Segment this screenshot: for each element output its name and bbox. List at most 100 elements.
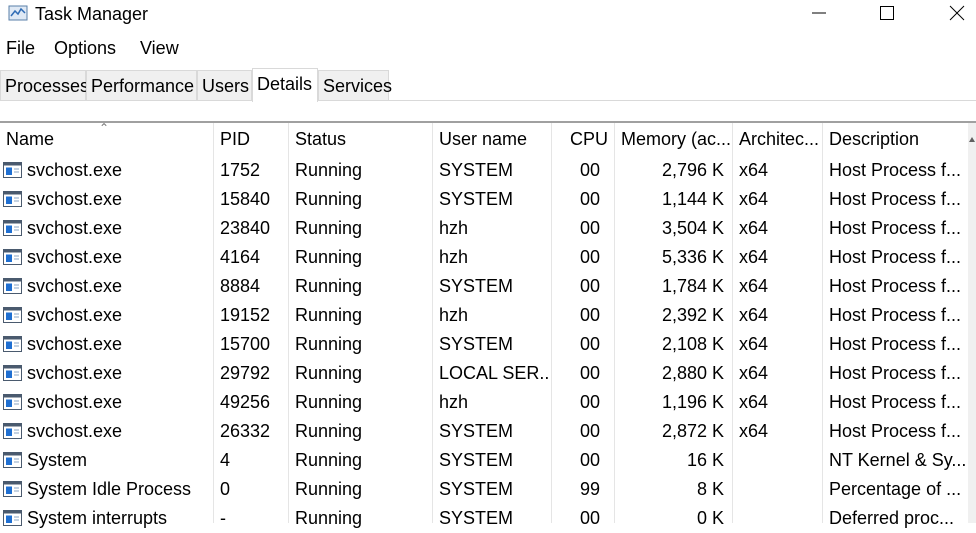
cell-cpu: 00 xyxy=(579,508,600,528)
column-header-memory[interactable]: Memory (ac... xyxy=(615,123,733,156)
column-header-pid[interactable]: PID xyxy=(214,123,288,156)
table-row[interactable]: System interrupts - Running SYSTEM 00 0 K Defe… xyxy=(0,504,976,533)
close-button[interactable] xyxy=(934,0,976,30)
cell-cpu: 00 xyxy=(579,189,600,209)
cell-memory: 2,796 K xyxy=(661,160,724,180)
column-header-name[interactable]: Name xyxy=(0,123,213,156)
menu-view[interactable]: View xyxy=(140,38,179,59)
cell-name: System interrupts xyxy=(27,508,168,528)
cell-pid: 19152 xyxy=(220,305,271,325)
cell-user-name: LOCAL SER... xyxy=(439,363,551,383)
table-row[interactable]: svchost.exe 23840 Running hzh 00 3,504 K x64 Ho… xyxy=(0,214,976,243)
cell-user-name: hzh xyxy=(439,305,469,325)
cell-status: Running xyxy=(295,479,363,499)
cell-pid: 15840 xyxy=(220,189,271,209)
cell-pid: 29792 xyxy=(220,363,271,383)
cell-user-name: hzh xyxy=(439,218,469,238)
cell-description: Deferred proc... xyxy=(829,508,955,528)
cell-cpu: 00 xyxy=(579,363,600,383)
cell-pid: 23840 xyxy=(220,218,271,238)
cell-status: Running xyxy=(295,218,363,238)
cell-user-name: SYSTEM xyxy=(439,276,514,296)
table-row[interactable]: svchost.exe 15840 Running SYSTEM 00 1,144 K x6… xyxy=(0,185,976,214)
cell-architecture xyxy=(733,504,821,533)
minimize-button[interactable] xyxy=(796,0,842,30)
tab-users[interactable]: Users xyxy=(197,70,252,100)
cell-name: svchost.exe xyxy=(27,421,123,441)
cell-memory: 1,196 K xyxy=(661,392,724,412)
tab-performance[interactable]: Performance xyxy=(86,70,197,100)
cell-pid: 15700 xyxy=(220,334,271,354)
cell-architecture: x64 xyxy=(739,305,769,325)
cell-memory: 2,108 K xyxy=(661,334,724,354)
menu-options[interactable]: Options xyxy=(54,38,116,59)
column-header-cpu[interactable]: CPU xyxy=(552,123,614,156)
cell-architecture: x64 xyxy=(739,276,769,296)
column-header-status[interactable]: Status xyxy=(289,123,432,156)
cell-architecture: x64 xyxy=(739,334,769,354)
tab-processes[interactable]: Processes xyxy=(0,70,89,100)
cell-status: Running xyxy=(295,392,363,412)
cell-cpu: 00 xyxy=(579,218,600,238)
cell-description: Host Process f... xyxy=(829,247,962,267)
cell-status: Running xyxy=(295,189,363,209)
cell-pid: 26332 xyxy=(220,421,271,441)
table-row[interactable]: svchost.exe 29792 Running LOCAL SER... 00 2,8… xyxy=(0,359,976,388)
cell-name: svchost.exe xyxy=(27,189,123,209)
column-header-user-name[interactable]: User name xyxy=(433,123,551,156)
menu-bar: File Options View xyxy=(0,38,976,64)
cell-name: svchost.exe xyxy=(27,363,123,383)
cell-architecture: x64 xyxy=(739,189,769,209)
cell-pid: 1752 xyxy=(220,160,261,180)
cell-description: Host Process f... xyxy=(829,334,962,354)
table-row[interactable]: System 4 Running SYSTEM 00 16 K NT Kernel & Sy… xyxy=(0,446,976,475)
cell-description: Host Process f... xyxy=(829,218,962,238)
cell-status: Running xyxy=(295,508,363,528)
table-row[interactable]: svchost.exe 8884 Running SYSTEM 00 1,784 K x64… xyxy=(0,272,976,301)
vertical-scrollbar[interactable] xyxy=(968,123,976,523)
cell-description: NT Kernel & Sy... xyxy=(829,450,967,470)
table-row[interactable]: svchost.exe 4164 Running hzh 00 5,336 K x64 Hos… xyxy=(0,243,976,272)
cell-architecture xyxy=(733,475,821,504)
cell-architecture: x64 xyxy=(739,247,769,267)
table-row[interactable]: svchost.exe 19152 Running hzh 00 2,392 K x64 Ho… xyxy=(0,301,976,330)
cell-description: Host Process f... xyxy=(829,189,962,209)
cell-status: Running xyxy=(295,247,363,267)
cell-memory: 5,336 K xyxy=(661,247,724,267)
cell-status: Running xyxy=(295,276,363,296)
cell-memory: 16 K xyxy=(686,450,724,470)
cell-memory: 1,144 K xyxy=(661,189,724,209)
maximize-icon xyxy=(880,6,894,20)
table-row[interactable]: System Idle Process 0 Running SYSTEM 99 8 K Pe… xyxy=(0,475,976,504)
cell-name: svchost.exe xyxy=(27,218,123,238)
process-list: svchost.exe 1752 Running SYSTEM 00 2,796 K x64… xyxy=(0,156,976,533)
cell-architecture: x64 xyxy=(739,363,769,383)
menu-file[interactable]: File xyxy=(6,38,35,59)
cell-description: Host Process f... xyxy=(829,305,962,325)
cell-pid: - xyxy=(220,508,226,528)
maximize-button[interactable] xyxy=(864,0,910,30)
cell-architecture: x64 xyxy=(739,218,769,238)
cell-memory: 8 K xyxy=(696,479,724,499)
cell-memory: 0 K xyxy=(696,508,724,528)
cell-cpu: 99 xyxy=(579,479,600,499)
scroll-up-arrow-icon[interactable] xyxy=(968,135,976,145)
table-row[interactable]: svchost.exe 1752 Running SYSTEM 00 2,796 K x64… xyxy=(0,156,976,185)
cell-pid: 49256 xyxy=(220,392,271,412)
close-icon xyxy=(949,5,965,21)
column-header-description[interactable]: Description xyxy=(823,123,968,156)
table-row[interactable]: svchost.exe 15700 Running SYSTEM 00 2,108 K x6… xyxy=(0,330,976,359)
cell-user-name: SYSTEM xyxy=(439,450,514,470)
cell-name: System Idle Process xyxy=(27,479,192,499)
table-row[interactable]: svchost.exe 26332 Running SYSTEM 00 2,872 K x6… xyxy=(0,417,976,446)
tab-services[interactable]: Services xyxy=(318,70,392,100)
column-header-architecture[interactable]: Architec... xyxy=(733,123,821,156)
cell-status: Running xyxy=(295,450,363,470)
table-header: Name PID Status User name CPU Memory (ac… xyxy=(0,123,976,156)
minimize-icon xyxy=(812,12,826,14)
cell-user-name: SYSTEM xyxy=(439,421,514,441)
cell-user-name: SYSTEM xyxy=(439,508,514,528)
tab-details[interactable]: Details xyxy=(252,68,318,102)
table-row[interactable]: svchost.exe 49256 Running hzh 00 1,196 K x64 Ho… xyxy=(0,388,976,417)
cell-memory: 2,392 K xyxy=(661,305,724,325)
